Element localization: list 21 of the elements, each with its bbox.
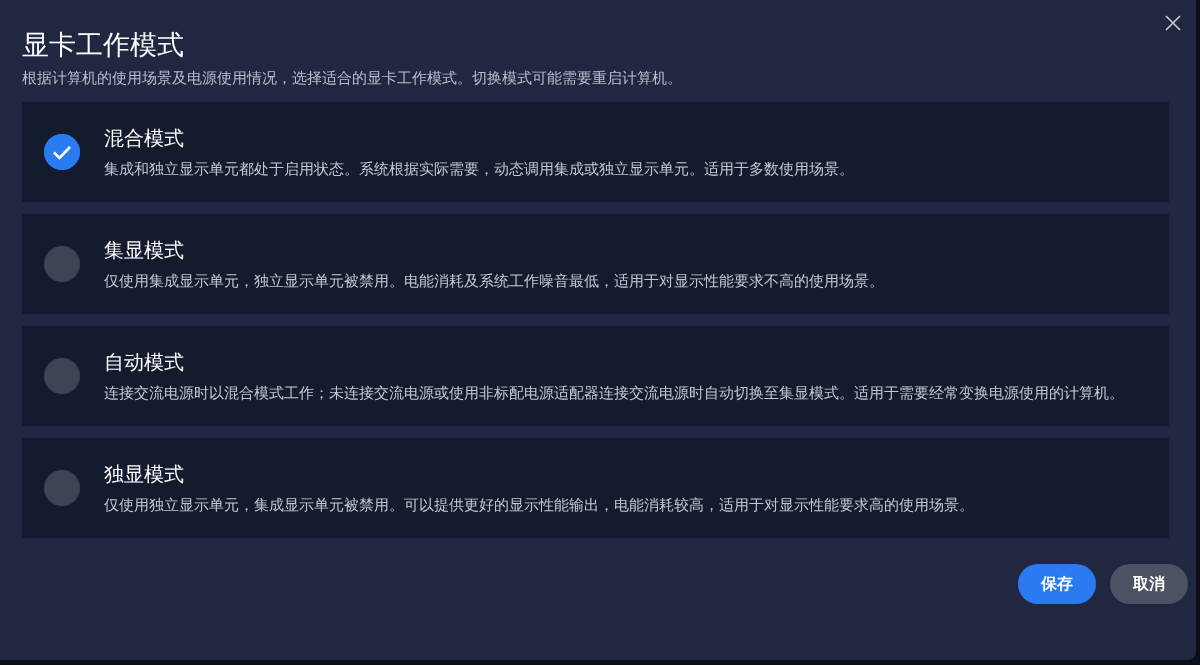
radio-button[interactable] xyxy=(44,246,80,282)
mode-description: 连接交流电源时以混合模式工作；未连接交流电源或使用非标配电源适配器连接交流电源时自动切换至集显模式。适用于需要经常变换电源使用的计算机。 xyxy=(104,383,1124,404)
cancel-button[interactable]: 取消 xyxy=(1110,564,1188,604)
mode-title: 自动模式 xyxy=(104,349,185,376)
radio-button[interactable] xyxy=(44,358,80,394)
mode-option[interactable]: 混合模式 集成和独立显示单元都处于启用状态。系统根据实际需要，动态调用集成或独立显示单元。适用于多数使用场景。 xyxy=(22,102,1169,202)
mode-description: 集成和独立显示单元都处于启用状态。系统根据实际需要，动态调用集成或独立显示单元。适用于多数使用场景。 xyxy=(104,159,854,180)
dialog-subtitle: 根据计算机的使用场景及电源使用情况，选择适合的显卡工作模式。切换模式可能需要重启计算机。 xyxy=(22,68,683,88)
check-icon[interactable] xyxy=(44,134,80,170)
save-button[interactable]: 保存 xyxy=(1018,564,1096,604)
mode-description: 仅使用集成显示单元，独立显示单元被禁用。电能消耗及系统工作噪音最低，适用于对显示性能要求不高的使用场景。 xyxy=(104,271,884,292)
mode-option[interactable]: 独显模式 仅使用独立显示单元，集成显示单元被禁用。可以提供更好的显示性能输出，电能消耗较高，适用于对显示性能要求高的使用场景。 xyxy=(22,438,1169,538)
mode-option[interactable]: 自动模式 连接交流电源时以混合模式工作；未连接交流电源或使用非标配电源适配器连接交流电源时自动切换至集显模式。适用于需要经常变换电源使用的计算机。 xyxy=(22,326,1169,426)
mode-title: 混合模式 xyxy=(104,125,185,152)
close-icon[interactable] xyxy=(1164,14,1182,32)
mode-title: 独显模式 xyxy=(104,461,185,488)
radio-button[interactable] xyxy=(44,470,80,506)
mode-option[interactable]: 集显模式 仅使用集成显示单元，独立显示单元被禁用。电能消耗及系统工作噪音最低，适用于对显示性能要求不高的使用场景。 xyxy=(22,214,1169,314)
dialog-title: 显卡工作模式 xyxy=(22,28,185,62)
mode-title: 集显模式 xyxy=(104,237,185,264)
mode-description: 仅使用独立显示单元，集成显示单元被禁用。可以提供更好的显示性能输出，电能消耗较高，适用于对显示性能要求高的使用场景。 xyxy=(104,495,974,516)
